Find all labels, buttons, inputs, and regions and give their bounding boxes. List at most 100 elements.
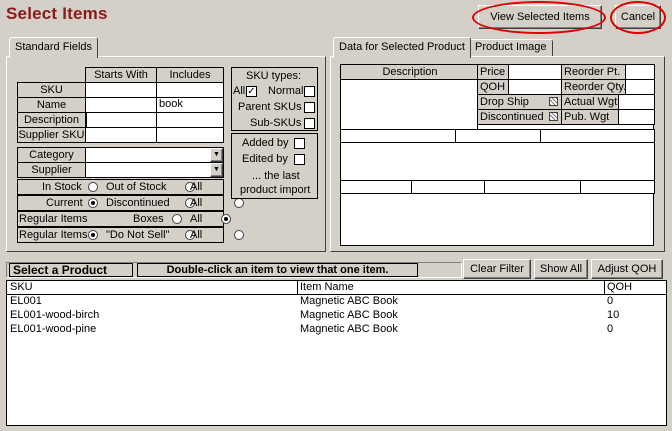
discontinued-checkbox-icon[interactable]: [549, 112, 558, 121]
sku-all-checkbox[interactable]: ✓: [246, 86, 257, 97]
drop-ship-text: Drop Ship: [480, 96, 529, 108]
tab-label: Product Image: [475, 41, 547, 53]
description-includes-input[interactable]: [156, 112, 224, 128]
discontinued-text: Discontinued: [480, 111, 544, 123]
tab-standard-fields[interactable]: Standard Fields: [9, 37, 99, 58]
description-label: Description: [17, 112, 86, 128]
added-by-checkbox[interactable]: [294, 138, 305, 149]
show-all-button[interactable]: Show All: [534, 259, 588, 279]
supplier-dropdown-arrow-icon[interactable]: ▼: [210, 163, 223, 177]
filter-label: All: [190, 181, 203, 193]
radio-boxes-all[interactable]: [221, 214, 232, 224]
sku-types-box: SKU types: All ✓ Normal Parent SKUs Sub-…: [231, 67, 318, 131]
sku-includes-input[interactable]: [156, 82, 224, 98]
name-includes-input[interactable]: book: [156, 97, 224, 113]
adjust-qoh-button[interactable]: Adjust QOH: [591, 259, 663, 279]
product-extra-field[interactable]: [411, 180, 485, 194]
hint-bar: Select a Product Double-click an item to…: [6, 262, 462, 278]
tab-product-image[interactable]: Product Image: [469, 39, 553, 56]
product-data-grid: Description Price QOH Drop Ship Disconti…: [340, 64, 655, 246]
sku-parent-checkbox[interactable]: [304, 102, 315, 113]
sku-normal-checkbox[interactable]: [304, 86, 315, 97]
drop-ship-label: Drop Ship: [477, 94, 562, 110]
sku-column-header[interactable]: SKU: [10, 281, 33, 293]
select-product-label: Select a Product: [9, 263, 133, 277]
sku-sub-checkbox[interactable]: [304, 118, 315, 129]
sku-all-label: All: [233, 85, 246, 97]
price-label: Price: [477, 64, 509, 80]
qoh-column-header[interactable]: QOH: [607, 281, 632, 293]
category-select[interactable]: [85, 147, 224, 163]
filter-label: All: [190, 229, 203, 241]
category-dropdown-arrow-icon[interactable]: ▼: [210, 148, 223, 162]
filter-row-do-not-sell: Regular Items "Do Not Sell" All: [17, 227, 245, 243]
product-extra-field[interactable]: [455, 129, 541, 143]
window-title: Select Items: [6, 4, 108, 23]
qoh-label: QOH: [477, 79, 509, 95]
product-notes-field[interactable]: [340, 142, 655, 181]
reorder-qty-label: Reorder Qty.: [561, 79, 626, 95]
row-name: Magnetic ABC Book: [300, 309, 398, 321]
filter-label: Current: [46, 197, 83, 209]
category-label: Category: [17, 147, 86, 163]
drop-ship-checkbox-icon[interactable]: [549, 97, 558, 106]
product-extra-field[interactable]: [340, 129, 456, 143]
sku-parent-label: Parent SKUs: [238, 101, 302, 113]
name-label: Name: [17, 97, 86, 113]
radio-regular-sell[interactable]: [88, 230, 98, 240]
radio-boxes[interactable]: [172, 214, 182, 224]
starts-with-header: Starts With: [85, 67, 157, 83]
table-row[interactable]: EL001 Magnetic ABC Book 0: [7, 295, 666, 308]
sku-normal-label: Normal: [268, 85, 304, 97]
supplier-sku-includes-input[interactable]: [156, 127, 224, 143]
supplier-select[interactable]: [85, 162, 224, 178]
view-selected-items-button[interactable]: View Selected Items: [478, 5, 602, 29]
tab-data-for-selected-product[interactable]: Data for Selected Product: [333, 37, 471, 58]
table-row[interactable]: EL001-wood-birch Magnetic ABC Book 10: [7, 309, 666, 322]
filter-label: All: [190, 197, 203, 209]
qoh-field[interactable]: [508, 79, 562, 95]
row-qoh: 10: [607, 309, 620, 321]
radio-in-stock[interactable]: [88, 182, 98, 192]
name-starts-input[interactable]: [85, 97, 157, 113]
item-name-column-header[interactable]: Item Name: [300, 281, 354, 293]
edited-by-label: Edited by: [242, 153, 288, 165]
table-row[interactable]: EL001-wood-pine Magnetic ABC Book 0: [7, 323, 666, 336]
standard-fields-panel: Starts With Includes SKU Name book Descr…: [6, 56, 326, 252]
clear-filter-button[interactable]: Clear Filter: [463, 259, 531, 279]
last-import-label-1: ... the last: [252, 170, 300, 182]
filter-label: Discontinued: [106, 197, 170, 209]
cancel-button[interactable]: Cancel: [615, 5, 661, 29]
sku-types-title: SKU types:: [246, 70, 302, 82]
added-by-label: Added by: [242, 137, 289, 149]
row-sku: EL001-wood-birch: [10, 309, 100, 321]
supplier-sku-starts-input[interactable]: [85, 127, 157, 143]
radio-current-all[interactable]: [234, 198, 245, 208]
actual-wgt-field[interactable]: [618, 94, 655, 110]
product-extra-field[interactable]: [340, 180, 412, 194]
filter-row-stock: In Stock Out of Stock All: [17, 179, 245, 195]
last-import-label-2: product import: [240, 184, 311, 196]
supplier-sku-label: Supplier SKU: [17, 127, 86, 143]
filter-label: Regular Items: [19, 229, 88, 241]
product-extra-field[interactable]: [580, 180, 655, 194]
reorder-qty-field[interactable]: [625, 79, 655, 95]
description-starts-input[interactable]: [85, 112, 157, 128]
radio-current[interactable]: [88, 198, 98, 208]
product-list[interactable]: SKU Item Name QOH EL001 Magnetic ABC Boo…: [6, 280, 667, 426]
pub-wgt-field[interactable]: [618, 109, 655, 125]
product-extra-field[interactable]: [484, 180, 581, 194]
import-box: Added by Edited by ... the last product …: [231, 133, 318, 199]
adjust-qoh-label: Adjust QOH: [597, 263, 657, 275]
sku-starts-input[interactable]: [85, 82, 157, 98]
description-header: Description: [340, 64, 478, 80]
show-all-label: Show All: [539, 263, 583, 275]
sku-sub-label: Sub-SKUs: [250, 117, 302, 129]
edited-by-checkbox[interactable]: [294, 154, 305, 165]
price-field[interactable]: [508, 64, 562, 80]
product-extra-field[interactable]: [540, 129, 655, 143]
row-qoh: 0: [607, 295, 614, 307]
radio-sell-all[interactable]: [234, 230, 245, 240]
reorder-pt-field[interactable]: [625, 64, 655, 80]
sku-label: SKU: [17, 82, 86, 98]
